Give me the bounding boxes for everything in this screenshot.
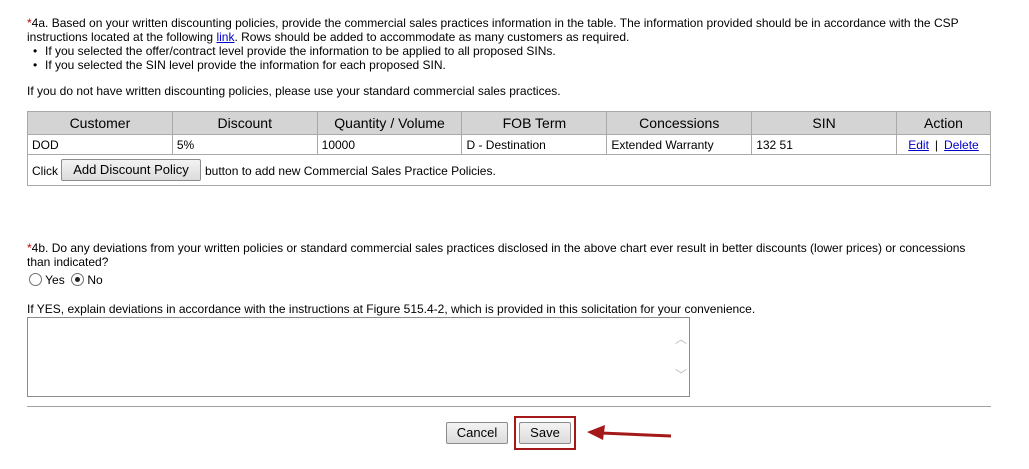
question-4a-text: *4a. Based on your written discounting p… [27, 16, 987, 44]
column-header-sin: SIN [751, 111, 897, 135]
explain-deviations-label: If YES, explain deviations in accordance… [27, 302, 756, 316]
cell-customer: DOD [27, 134, 173, 155]
yes-radio[interactable] [29, 273, 42, 286]
csp-instructions-link[interactable]: link [216, 30, 234, 44]
add-policy-suffix: button to add new Commercial Sales Pract… [205, 164, 496, 178]
cell-quantity: 10000 [316, 134, 463, 155]
bullet-dot: • [33, 58, 38, 72]
bullet-item: • If you selected the offer/contract leve… [33, 44, 556, 58]
no-label[interactable]: No [87, 273, 102, 287]
cell-action: Edit | Delete [895, 134, 992, 155]
scroll-down-icon[interactable]: ﹀ [675, 366, 687, 383]
instruction-bullets: • If you selected the offer/contract leve… [33, 44, 556, 72]
add-discount-policy-button[interactable]: Add Discount Policy [61, 159, 201, 181]
add-policy-prefix: Click [32, 164, 58, 178]
cell-fob-term: D - Destination [461, 134, 608, 155]
column-header-action: Action [895, 111, 992, 135]
cancel-button[interactable]: Cancel [446, 422, 508, 444]
textarea-scrollbar[interactable]: ︿ ﹀ [673, 320, 687, 394]
annotation-arrow-icon [587, 425, 672, 440]
divider [27, 406, 991, 407]
column-header-concessions: Concessions [606, 111, 753, 135]
column-header-customer: Customer [27, 111, 173, 135]
bullet-dot: • [33, 44, 38, 58]
no-policy-note: If you do not have written discounting p… [27, 84, 561, 98]
column-header-quantity: Quantity / Volume [316, 111, 463, 135]
yes-label[interactable]: Yes [45, 273, 65, 287]
cell-discount: 5% [171, 134, 318, 155]
cell-sin: 132 51 [751, 134, 897, 155]
cell-concessions: Extended Warranty [606, 134, 753, 155]
bullet-text: If you selected the offer/contract level… [45, 44, 556, 58]
add-policy-row: Click Add Discount Policy button to add … [27, 155, 991, 186]
save-button[interactable]: Save [519, 422, 571, 444]
delete-link[interactable]: Delete [944, 138, 979, 152]
bullet-item: • If you selected the SIN level provide t… [33, 58, 556, 72]
explain-deviations-textarea[interactable] [28, 318, 672, 396]
question-4b-label: 4b. Do any deviations from your written … [27, 241, 966, 269]
action-separator: | [934, 137, 939, 152]
question-4a-intro-end: . Rows should be added to accommodate as… [234, 30, 630, 44]
scroll-up-icon[interactable]: ︿ [675, 330, 687, 347]
no-radio[interactable] [71, 273, 85, 286]
commercial-sales-practices-table: Customer Discount Quantity / Volume FOB … [27, 111, 992, 155]
table-header-row: Customer Discount Quantity / Volume FOB … [27, 111, 992, 135]
question-4b-text: *4b. Do any deviations from your written… [27, 241, 987, 269]
deviation-radio-group: Yes No [29, 273, 103, 287]
table-row: DOD 5% 10000 D - Destination Extended Wa… [27, 134, 992, 155]
column-header-fob-term: FOB Term [461, 111, 608, 135]
bullet-text: If you selected the SIN level provide th… [45, 58, 446, 72]
edit-link[interactable]: Edit [908, 138, 929, 152]
column-header-discount: Discount [171, 111, 318, 135]
explain-deviations-field-wrapper: ︿ ﹀ [27, 317, 690, 397]
